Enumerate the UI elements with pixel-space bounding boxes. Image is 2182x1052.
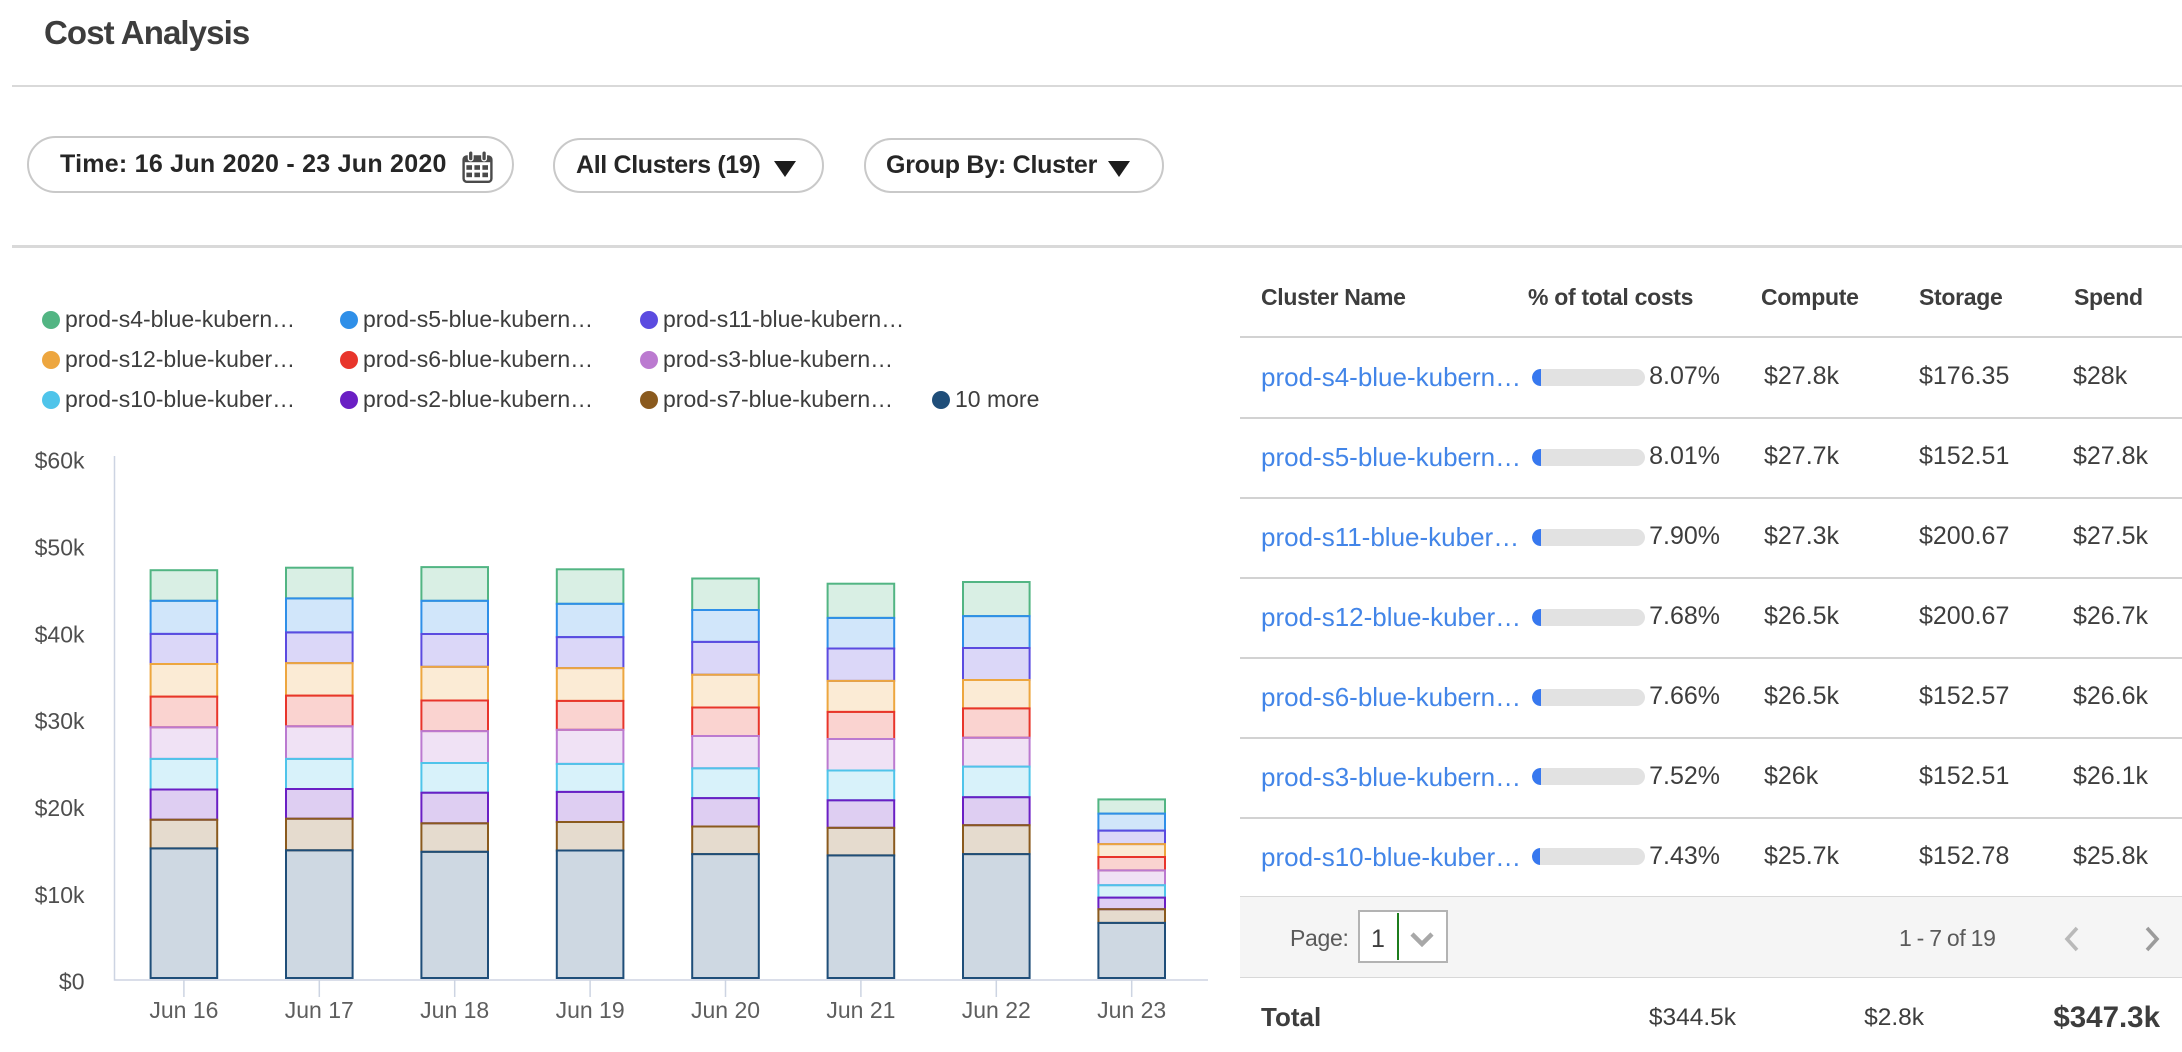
svg-text:Jun 23: Jun 23 <box>1097 997 1166 1023</box>
svg-text:$20k: $20k <box>35 795 85 821</box>
svg-text:$0: $0 <box>59 969 85 995</box>
svg-text:$50k: $50k <box>35 535 85 561</box>
svg-text:Jun 20: Jun 20 <box>691 997 760 1023</box>
svg-text:Jun 17: Jun 17 <box>285 997 354 1023</box>
svg-text:Jun 18: Jun 18 <box>420 997 489 1023</box>
svg-text:Jun 16: Jun 16 <box>149 997 218 1023</box>
svg-text:$40k: $40k <box>35 621 85 647</box>
svg-text:Jun 19: Jun 19 <box>556 997 625 1023</box>
svg-text:$30k: $30k <box>35 708 85 734</box>
svg-text:Jun 22: Jun 22 <box>962 997 1031 1023</box>
svg-text:$10k: $10k <box>35 882 85 908</box>
svg-text:$60k: $60k <box>35 448 85 474</box>
svg-text:Jun 21: Jun 21 <box>826 997 895 1023</box>
